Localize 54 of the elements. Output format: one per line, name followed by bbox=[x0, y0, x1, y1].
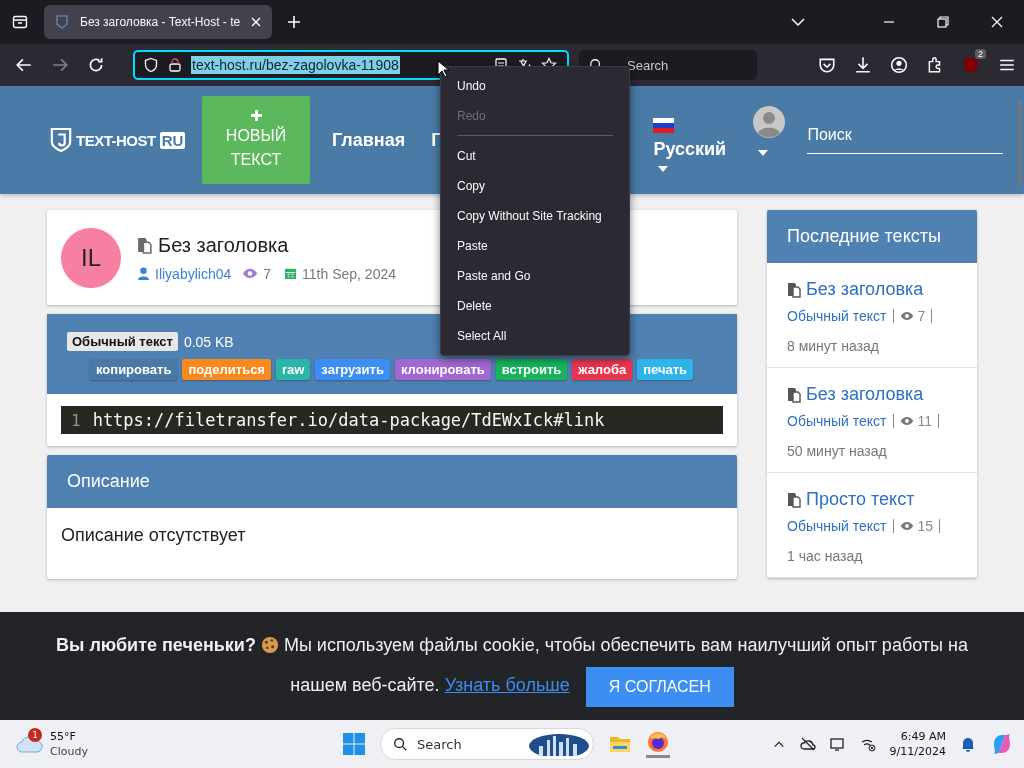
action-button[interactable]: копировать bbox=[90, 359, 178, 380]
menu-item[interactable]: Paste and Go bbox=[441, 261, 629, 291]
view-count: 7 bbox=[263, 265, 272, 282]
menu-item[interactable]: Copy bbox=[441, 171, 629, 201]
view-count: 7 bbox=[917, 308, 926, 324]
posted-time: 50 минут назад bbox=[787, 443, 888, 459]
nav-link[interactable]: Главная bbox=[332, 129, 406, 151]
menu-item[interactable]: Paste bbox=[441, 231, 629, 261]
paste-size: 0.05 KB bbox=[183, 333, 234, 350]
learn-more-link[interactable]: Узнать больше bbox=[444, 675, 570, 696]
posted-time: 8 минут назад bbox=[787, 338, 880, 354]
accept-cookies-button[interactable]: Я СОГЛАСЕН bbox=[585, 666, 734, 707]
action-button[interactable]: встроить bbox=[495, 359, 568, 380]
description-header: Описание bbox=[47, 455, 737, 508]
nav-link[interactable]: Г bbox=[431, 129, 442, 151]
menu-item[interactable]: Copy Without Site Tracking bbox=[441, 201, 629, 231]
view-count: 15 bbox=[917, 518, 934, 534]
clock-date[interactable]: 9/11/2024 bbox=[889, 744, 946, 759]
action-button[interactable]: клонировать bbox=[394, 359, 491, 380]
recent-text-link[interactable]: Без заголовка bbox=[806, 279, 924, 300]
temperature: 55°F bbox=[50, 729, 77, 744]
language-selector[interactable]: Русский bbox=[653, 139, 727, 160]
line-number: 1 bbox=[70, 410, 81, 430]
syntax-label: Обычный текст bbox=[67, 332, 178, 351]
menu-item[interactable]: Cut bbox=[441, 141, 629, 171]
site-logo[interactable]: TEXT-HOST RU bbox=[50, 127, 202, 153]
site-search-field[interactable]: Поиск bbox=[807, 118, 1004, 154]
author-avatar: IL bbox=[61, 227, 121, 288]
taskbar-search-field[interactable]: Search bbox=[380, 728, 594, 760]
syntax-link[interactable]: Обычный текст bbox=[787, 518, 887, 534]
tab-title: Без заголовка - Text-Host - te bbox=[80, 15, 241, 29]
recent-text-link[interactable]: Без заголовка bbox=[806, 384, 924, 405]
code-line: https://filetransfer.io/data-package/TdEWxIck#link bbox=[92, 410, 605, 430]
clock-time[interactable]: 6:49 AM bbox=[900, 729, 946, 744]
browser-tab[interactable]: Без заголовка - Text-Host - te bbox=[44, 5, 273, 39]
paste-date: 11th Sep, 2024 bbox=[302, 265, 396, 282]
menu-item[interactable]: Delete bbox=[441, 291, 629, 321]
extension-badge: 2 bbox=[975, 49, 986, 59]
paste-title: Без заголовка bbox=[158, 233, 289, 257]
description-text: Описание отсутствует bbox=[60, 524, 247, 547]
url-text: text-host.ru/bez-zagolovka-11908 bbox=[191, 56, 400, 74]
syntax-link[interactable]: Обычный текст bbox=[787, 413, 887, 429]
syntax-link[interactable]: Обычный текст bbox=[787, 308, 887, 324]
menu-item[interactable]: Select All bbox=[441, 321, 629, 351]
notification-badge: 1 bbox=[28, 728, 42, 742]
weather-condition: Cloudy bbox=[50, 744, 88, 759]
action-button[interactable]: загрузить bbox=[315, 359, 390, 380]
posted-time: 1 час назад bbox=[787, 548, 864, 564]
author-link[interactable]: Iliyabylich04 bbox=[155, 265, 232, 282]
cookie-question: Вы любите печеньки? bbox=[56, 635, 256, 656]
recent-texts-header: Последние тексты bbox=[767, 210, 977, 263]
recent-text-link[interactable]: Просто текст bbox=[806, 489, 915, 510]
action-button[interactable]: жалоба bbox=[572, 359, 633, 380]
view-count: 11 bbox=[917, 413, 933, 429]
